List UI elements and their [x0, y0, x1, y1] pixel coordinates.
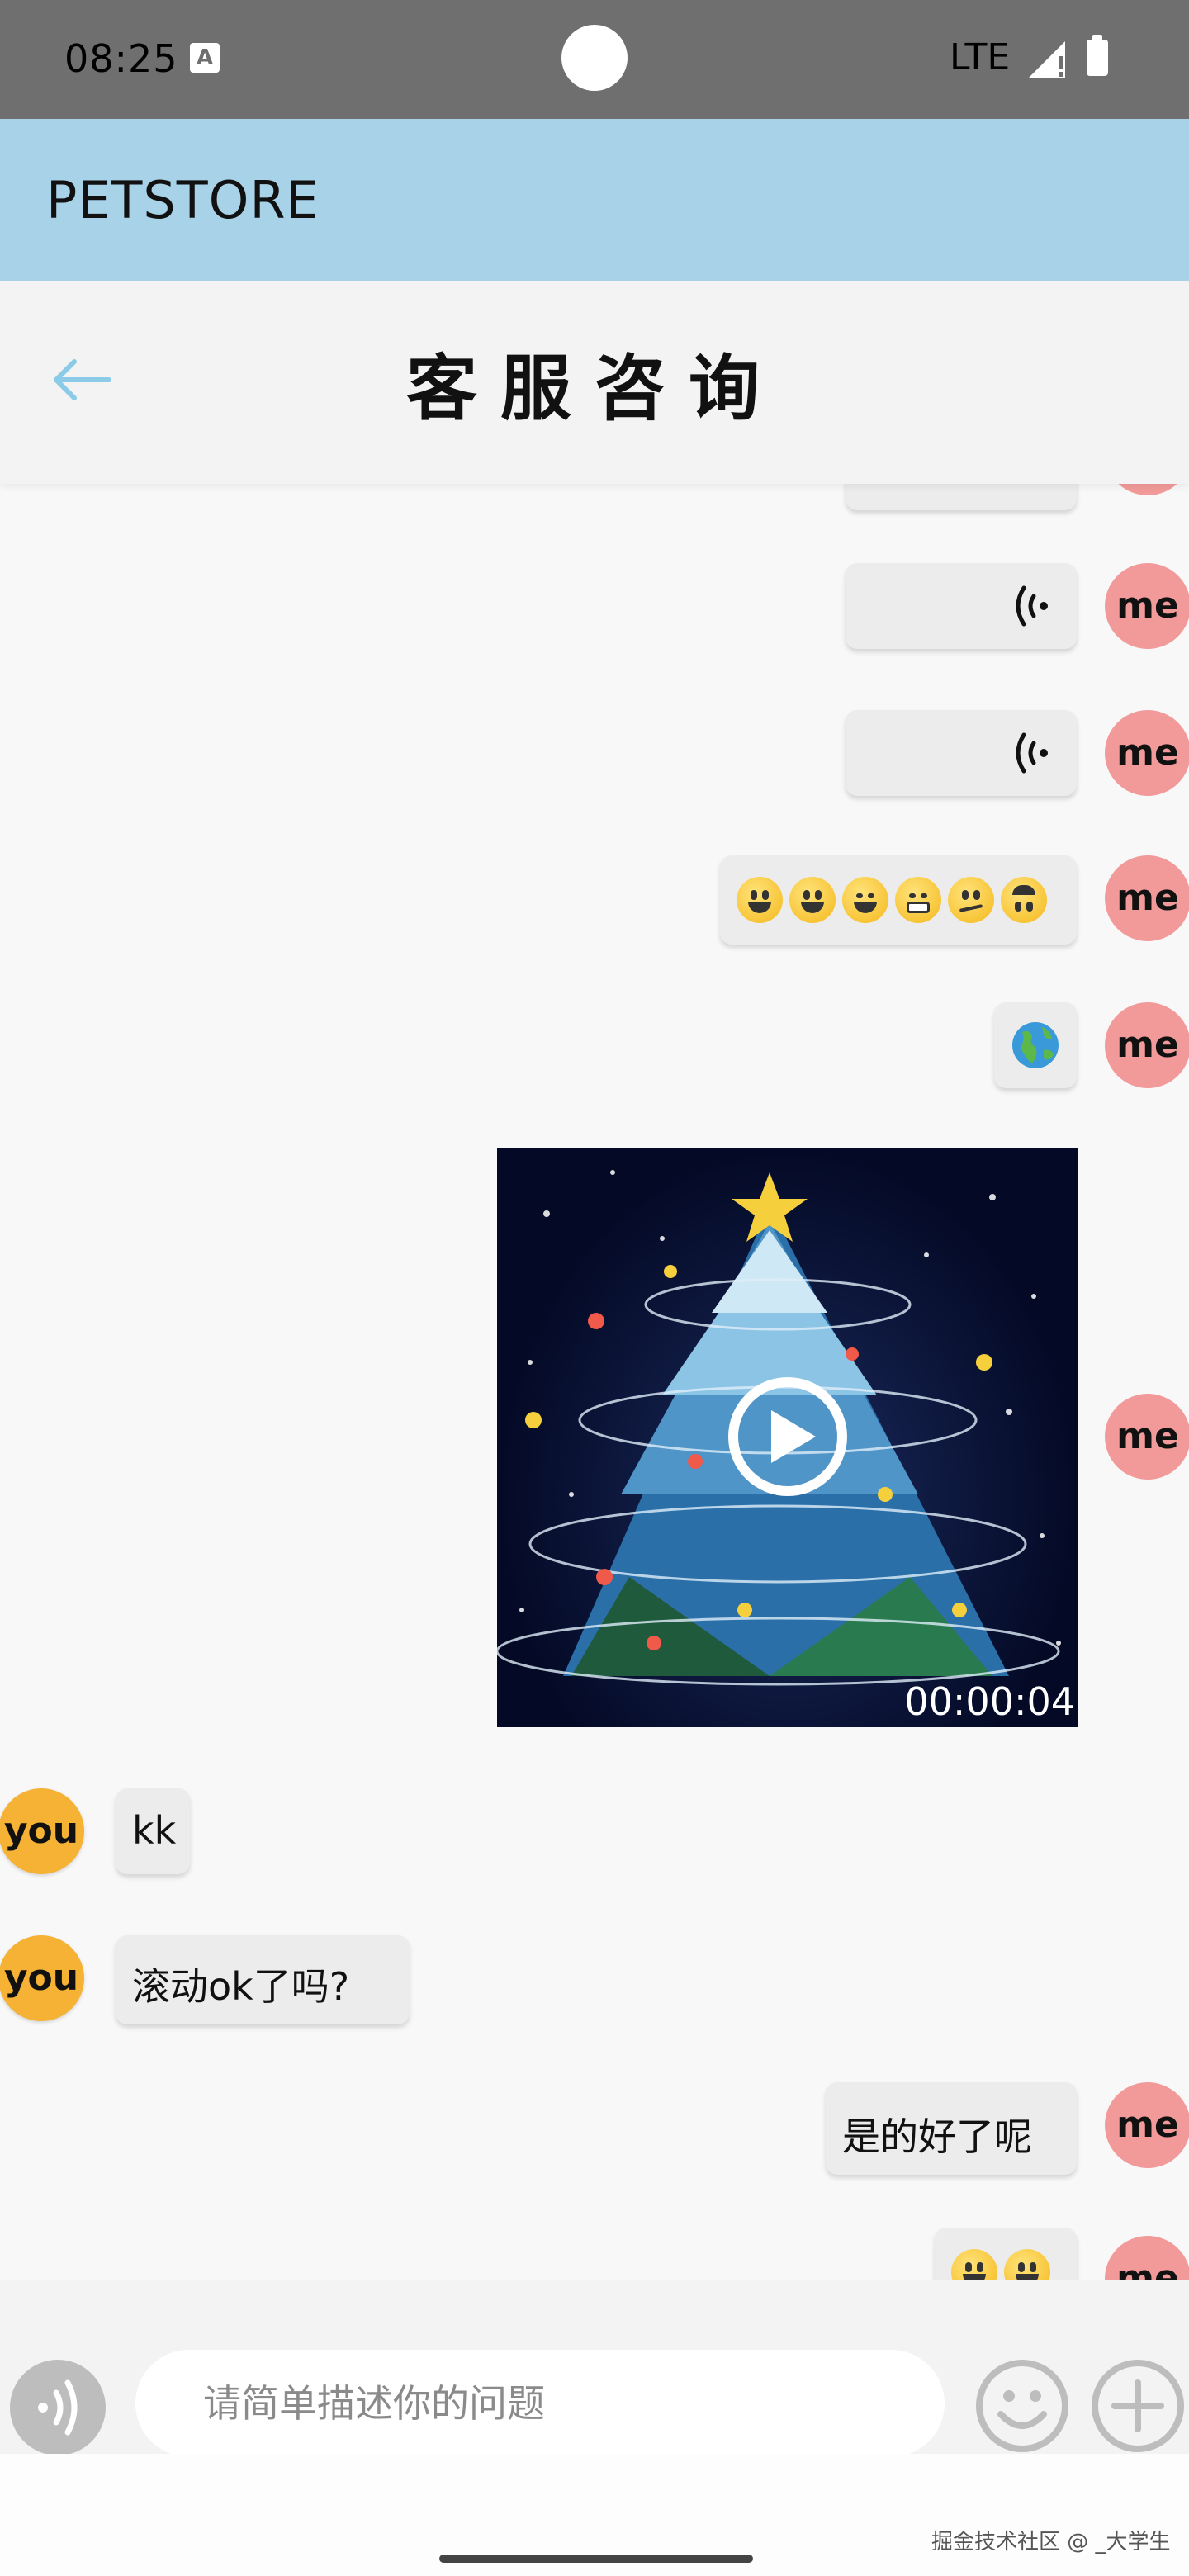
home-gesture-handle[interactable] — [439, 2555, 753, 2563]
grinning-emoji-icon — [951, 2249, 997, 2280]
voice-wave-icon — [1016, 585, 1048, 627]
grin-emoji-icon — [895, 877, 941, 923]
text-message-bubble[interactable]: 滚动ok了吗? — [116, 1935, 410, 2024]
message-input[interactable] — [135, 2350, 945, 2457]
video-message[interactable]: 00:00:04 — [497, 1148, 1078, 1727]
signal-icon — [1029, 41, 1065, 78]
message-text: 是的好了呢 — [842, 2114, 1032, 2159]
status-time: 08:25 — [64, 36, 178, 81]
confused-emoji-icon — [948, 877, 994, 923]
video-duration: 00:00:04 — [904, 1679, 1075, 1724]
avatar: me — [1105, 2082, 1189, 2168]
add-attachment-icon[interactable] — [1090, 2358, 1186, 2454]
emoji-message-bubble[interactable] — [935, 2228, 1077, 2280]
smiley-emoji-icon — [789, 877, 836, 923]
avatar: me — [1105, 484, 1189, 495]
avatar: me — [1105, 1002, 1189, 1088]
avatar: me — [1105, 710, 1189, 796]
battery-icon — [1087, 35, 1108, 76]
voice-message-bubble[interactable] — [846, 484, 1077, 510]
earth-globe-icon — [1012, 1022, 1059, 1068]
voice-wave-icon — [1016, 732, 1048, 774]
smiley-emoji-icon — [1004, 2249, 1050, 2280]
app-title: PETSTORE — [46, 170, 320, 230]
page-title: 客服咨询 — [406, 348, 783, 430]
text-message-bubble[interactable]: 是的好了呢 — [826, 2082, 1077, 2175]
voice-wave-icon — [38, 2379, 78, 2436]
avatar: you — [0, 1935, 84, 2021]
text-message-bubble[interactable]: kk — [116, 1788, 190, 1874]
camera-cutout — [561, 25, 628, 91]
avatar: me — [1105, 563, 1189, 649]
watermark: 掘金技术社区 @ _大学生 — [931, 2530, 1171, 2555]
network-type: LTE — [950, 36, 1011, 78]
notification-icon: A — [190, 43, 220, 73]
voice-message-bubble[interactable] — [846, 563, 1077, 649]
voice-input-button[interactable] — [10, 2360, 106, 2455]
emoji-picker-icon[interactable] — [974, 2358, 1070, 2454]
grinning-emoji-icon — [737, 877, 783, 923]
avatar: me — [1105, 855, 1189, 941]
voice-message-bubble[interactable] — [846, 710, 1077, 796]
avatar: me — [1105, 2236, 1189, 2280]
upside-down-emoji-icon — [1001, 877, 1047, 923]
avatar: you — [0, 1788, 84, 1874]
emoji-message-bubble[interactable] — [994, 1002, 1077, 1088]
video-thumbnail — [497, 1170, 1061, 1686]
smile-emoji-icon — [842, 877, 888, 923]
message-text: kk — [132, 1808, 177, 1853]
avatar: me — [1105, 1394, 1189, 1480]
message-text: 滚动ok了吗? — [132, 1964, 350, 2009]
emoji-message-bubble[interactable] — [720, 855, 1077, 945]
